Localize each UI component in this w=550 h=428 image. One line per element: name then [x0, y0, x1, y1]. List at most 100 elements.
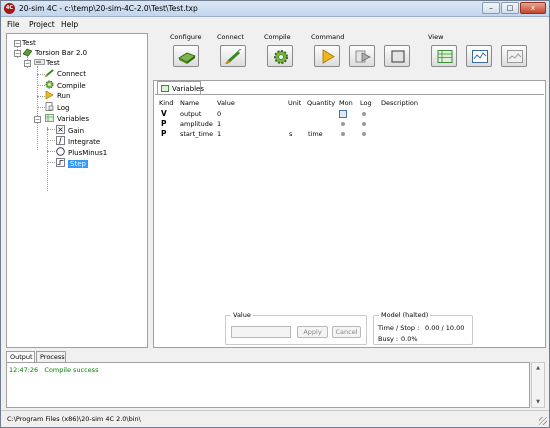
col-mon[interactable]: Mon: [339, 99, 353, 107]
window-controls: – □ x: [482, 2, 546, 14]
row-name[interactable]: amplitude: [180, 120, 213, 128]
menu-help[interactable]: Help: [61, 20, 78, 29]
apply-button[interactable]: Apply: [297, 326, 328, 338]
connect-icon: [225, 49, 242, 64]
step-run-button[interactable]: [349, 45, 375, 67]
stop-icon: [391, 50, 405, 63]
view-variables-button[interactable]: [431, 45, 457, 67]
plusminus-icon: [56, 147, 65, 156]
tab-variables[interactable]: Variables: [157, 81, 204, 94]
row-value[interactable]: 1: [217, 130, 221, 138]
view-monitor-button[interactable]: [501, 45, 527, 67]
cancel-button[interactable]: Cancel: [332, 326, 361, 338]
tree-item-step[interactable]: Step: [56, 158, 88, 168]
title-bar: 4C 20-sim 4C - c:\temp\20-sim-4C-2.0\Tes…: [1, 1, 549, 17]
minimize-button[interactable]: –: [482, 2, 500, 14]
tree-model-label: Torsion Bar 2.0: [35, 49, 88, 57]
col-unit[interactable]: Unit: [288, 99, 301, 107]
row-unit: s: [289, 130, 293, 138]
stop-button[interactable]: [384, 45, 410, 67]
expand-target-toggle[interactable]: −: [24, 60, 31, 67]
tree-item-log[interactable]: Log: [45, 102, 70, 112]
view-label: View: [428, 33, 444, 41]
tree-item-step-label: Step: [68, 160, 88, 168]
tree-item-integrate[interactable]: Integrate: [56, 136, 100, 146]
play-icon: [45, 90, 54, 100]
app-icon: 4C: [4, 3, 15, 14]
connect-toolbar-button[interactable]: [220, 45, 246, 67]
col-name[interactable]: Name: [180, 99, 199, 107]
log-message: Compile success: [44, 366, 99, 374]
col-log[interactable]: Log: [360, 99, 372, 107]
tree-root[interactable]: Test: [22, 38, 36, 48]
row-value[interactable]: 0: [217, 110, 221, 118]
tree-item-plusminus[interactable]: PlusMinus1: [56, 147, 107, 157]
menu-bar: File Project Help: [1, 18, 549, 30]
gear-icon: [274, 50, 288, 64]
expand-root-toggle[interactable]: −: [14, 40, 21, 47]
configure-button[interactable]: [173, 45, 199, 67]
log-entry: 12:47:26 Compile success: [9, 366, 98, 374]
variables-tab-icon: [161, 85, 169, 92]
value-input[interactable]: [231, 326, 291, 338]
busy-label: Busy :: [378, 335, 399, 343]
gain-icon: [56, 125, 65, 134]
log-toggle[interactable]: [362, 112, 366, 116]
log-toggle[interactable]: [362, 132, 366, 136]
row-name[interactable]: output: [180, 110, 201, 118]
tree-item-run[interactable]: Run: [45, 90, 70, 101]
menu-project[interactable]: Project: [29, 20, 55, 29]
variables-panel: Variables Kind Name Value Unit Quantity …: [153, 80, 546, 348]
expand-model-toggle[interactable]: −: [14, 50, 21, 57]
compile-label: Compile: [264, 33, 291, 41]
output-scrollbar[interactable]: ▲ ▼: [531, 362, 545, 408]
col-value[interactable]: Value: [217, 99, 235, 107]
monitor-icon: [507, 50, 523, 63]
row-name[interactable]: start_time: [180, 130, 213, 138]
scroll-down-icon[interactable]: ▼: [533, 398, 543, 406]
time-stop-value: 0.00 / 10.00: [425, 324, 465, 332]
status-path: C:\Program Files (x86)\20-sim 4C 2.0\bin…: [7, 415, 141, 423]
tree-item-compile[interactable]: Compile: [45, 80, 86, 90]
view-plot-button[interactable]: [466, 45, 492, 67]
model-icon: [22, 48, 33, 57]
run-button[interactable]: [314, 45, 340, 67]
col-kind[interactable]: Kind: [159, 99, 173, 107]
tree-root-label: Test: [22, 39, 36, 47]
row-value[interactable]: 1: [217, 120, 221, 128]
model-status-group: Model (halted) Time / Stop : 0.00 / 10.0…: [373, 311, 473, 345]
maximize-button[interactable]: □: [501, 2, 519, 14]
tree-item-gain[interactable]: Gain: [56, 125, 84, 135]
log-icon: [45, 102, 54, 111]
model-status-label: Model (halted): [379, 311, 431, 319]
time-stop-label: Time / Stop :: [378, 324, 420, 332]
row-kind: P: [161, 119, 167, 128]
close-button[interactable]: x: [520, 2, 546, 14]
connect-icon: [44, 69, 54, 78]
busy-value: 0.0%: [401, 335, 418, 343]
menu-file[interactable]: File: [7, 20, 20, 29]
plot-icon: [472, 50, 488, 63]
monitor-checked-icon[interactable]: [339, 110, 347, 118]
target-icon: [34, 58, 45, 66]
gear-icon: [45, 80, 54, 89]
play-icon: [322, 49, 335, 64]
mon-toggle[interactable]: [341, 122, 345, 126]
compile-toolbar-button[interactable]: [267, 45, 293, 67]
tree-item-connect[interactable]: Connect: [44, 69, 86, 79]
expand-variables-toggle[interactable]: −: [34, 116, 41, 123]
table-icon: [437, 50, 453, 63]
row-kind: V: [161, 109, 167, 118]
connect-label: Connect: [217, 33, 244, 41]
tree-model[interactable]: Torsion Bar 2.0: [22, 48, 88, 58]
tree-target[interactable]: Test: [34, 58, 60, 68]
scroll-up-icon[interactable]: ▲: [533, 364, 543, 372]
col-quantity[interactable]: Quantity: [307, 99, 335, 107]
tree-item-variables[interactable]: Variables: [45, 114, 89, 124]
mon-toggle[interactable]: [341, 132, 345, 136]
log-toggle[interactable]: [362, 122, 366, 126]
configure-label: Configure: [170, 33, 202, 41]
variables-icon: [45, 114, 54, 122]
col-description[interactable]: Description: [381, 99, 418, 107]
resize-grip-icon[interactable]: [539, 417, 547, 425]
